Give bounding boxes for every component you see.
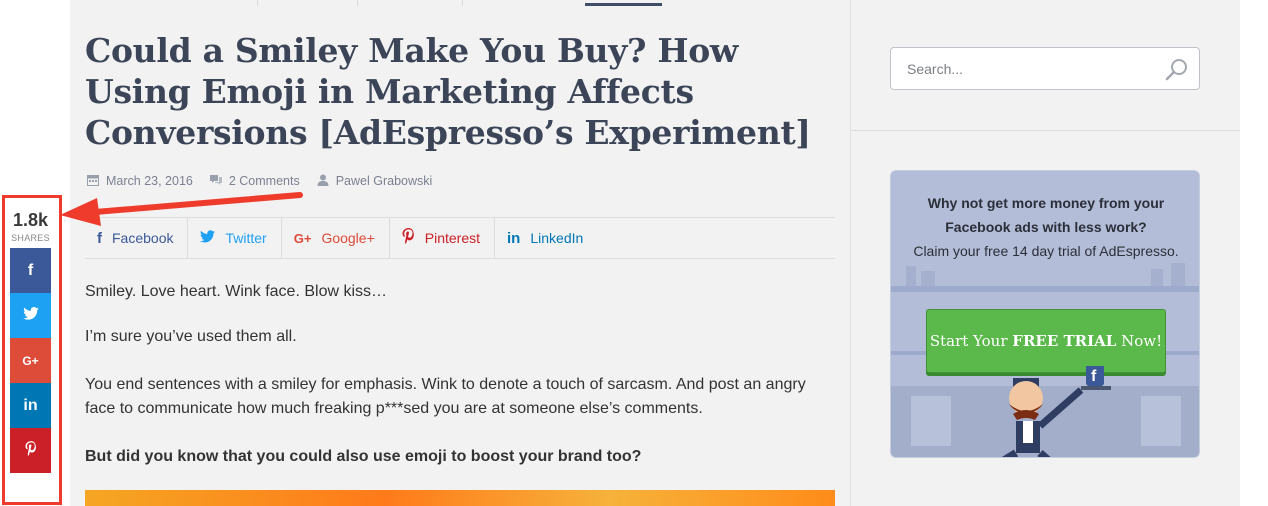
article-paragraph: You end sentences with a smiley for emph…: [85, 376, 806, 417]
ad-headline: Why not get more money from your Faceboo…: [927, 195, 1165, 235]
free-trial-button[interactable]: Start Your FREE TRIAL Now!: [926, 309, 1166, 373]
article-title: Could a Smiley Make You Buy? How Using E…: [85, 31, 811, 152]
floating-pinterest-button[interactable]: [10, 428, 51, 473]
linkedin-icon: in: [23, 396, 38, 414]
cta-prefix: Start Your: [929, 332, 1013, 350]
share-pinterest-button[interactable]: Pinterest: [390, 218, 496, 258]
author-name[interactable]: Pawel Grabowski: [336, 174, 433, 188]
nav-divider: [462, 0, 463, 6]
share-linkedin-button[interactable]: in LinkedIn: [495, 218, 597, 258]
search-input[interactable]: [891, 48, 1161, 89]
floating-googleplus-button[interactable]: G+: [10, 338, 51, 383]
facebook-icon: f: [27, 261, 34, 279]
ad-banner[interactable]: Why not get more money from your Faceboo…: [890, 170, 1200, 458]
nav-divider: [257, 0, 258, 6]
share-pinterest-label: Pinterest: [424, 230, 481, 246]
cta-suffix: Now!: [1116, 332, 1163, 350]
article-paragraph-bold: But did you know that you could also use…: [85, 448, 642, 465]
top-navigation: [70, 0, 850, 6]
share-count: 1.8k: [12, 210, 49, 230]
twitter-icon: [22, 306, 39, 325]
linkedin-icon: in: [507, 229, 521, 247]
share-linkedin-label: LinkedIn: [530, 230, 584, 246]
article-hero-image: [85, 490, 835, 506]
ad-subline: Claim your free 14 day trial of AdEspres…: [913, 243, 1179, 259]
article-paragraph: Smiley. Love heart. Wink face. Blow kiss…: [85, 283, 388, 300]
pinterest-icon: [24, 440, 37, 461]
search-box: [890, 47, 1200, 90]
pinterest-icon: [402, 228, 415, 248]
ad-text: Why not get more money from your Faceboo…: [901, 191, 1191, 263]
googleplus-icon: G+: [22, 353, 39, 368]
page-margin: [1240, 0, 1268, 506]
article-paragraph: I’m sure you’ve used them all.: [85, 328, 297, 345]
nav-divider: [357, 0, 358, 6]
cta-bold: FREE TRIAL: [1012, 332, 1117, 350]
facebook-icon: f: [1091, 368, 1097, 385]
waiter-mascot: f: [1001, 366, 1111, 457]
sidebar-divider: [851, 130, 1240, 131]
nav-active-tab[interactable]: [585, 0, 662, 6]
floating-linkedin-button[interactable]: in: [10, 383, 51, 428]
floating-share-bar: 1.8k SHARES f G+ in: [10, 200, 51, 473]
floating-twitter-button[interactable]: [10, 293, 51, 338]
annotation-arrow: [60, 192, 303, 226]
post-author[interactable]: Pawel Grabowski: [316, 174, 433, 189]
user-icon: [316, 174, 330, 189]
share-count-label: SHARES: [11, 233, 50, 243]
share-googleplus-label: Google+: [321, 230, 375, 246]
search-icon[interactable]: [1165, 57, 1189, 86]
floating-facebook-button[interactable]: f: [10, 248, 51, 293]
